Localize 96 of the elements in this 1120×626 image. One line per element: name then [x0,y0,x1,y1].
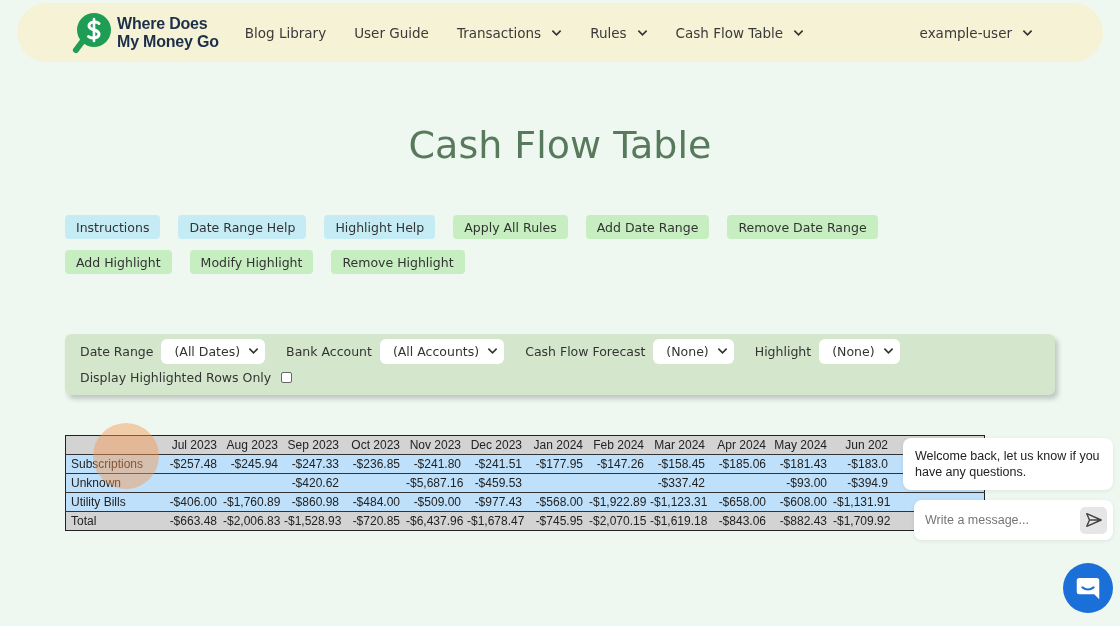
table-cell: -$663.48 [159,511,220,531]
field-label: Date Range [80,343,154,359]
column-header: Mar 2024 [647,435,708,455]
table-cell: -$5,687.16 [403,473,464,493]
button[interactable]: Modify Highlight [189,250,314,274]
send-button[interactable] [1080,506,1107,534]
table-cell: -$608.00 [769,492,830,512]
dropdown[interactable]: (None) [653,338,734,364]
table-cell: -$93.00 [769,473,830,493]
table-cell: -$459.53 [464,473,525,493]
table-cell: -$6,437.96 [403,511,464,531]
button[interactable]: Add Date Range [585,215,710,239]
chevron-down-icon [487,347,499,355]
table-cell: -$484.00 [342,492,403,512]
column-header: May 2024 [769,435,830,455]
nav-link[interactable]: Blog Library [244,24,327,41]
table-cell: -$406.00 [159,492,220,512]
table-cell: -$882.43 [769,511,830,531]
nav-menu[interactable]: example-user [919,24,1033,41]
magnifier-dollar-icon[interactable] [72,11,112,54]
table-cell: -$245.94 [220,454,281,474]
column-header: Dec 2023 [464,435,525,455]
table-cell: -$843.06 [708,511,769,531]
checkbox[interactable] [281,371,293,383]
table-cell: -$257.48 [159,454,220,474]
nav-menu[interactable]: Transactions [456,24,563,41]
column-header: Jan 2024 [525,435,586,455]
table-cell: -$247.33 [281,454,342,474]
table-cell: -$337.42 [647,473,708,493]
table-cell: -$860.98 [281,492,342,512]
table-cell: -$394.9 [830,473,891,493]
column-header: Jun 202 [830,435,891,455]
table-cell: -$2,070.15 [586,511,647,531]
button[interactable]: Apply All Rules [453,215,568,239]
table-cell: -$1,123.31 [647,492,708,512]
table-cell: -$745.95 [525,511,586,531]
column-header: Aug 2023 [220,435,281,455]
nav-menu[interactable]: Rules [590,24,648,41]
column-header: Apr 2024 [708,435,769,455]
row-label: Utility Bills [65,492,159,512]
column-header: Feb 2024 [586,435,647,455]
table-cell: -$1,528.93 [281,511,342,531]
table-cell: -$720.85 [342,511,403,531]
chat-launcher-button[interactable] [1063,563,1113,613]
dropdown[interactable]: (All Dates) [161,338,266,364]
logo-text[interactable]: Where Does [117,14,219,33]
table-cell: -$1,760.89 [220,492,281,512]
table-cell: -$185.06 [708,454,769,474]
row-label: Unknown [65,473,159,493]
table-cell: -$177.95 [525,454,586,474]
table-cell: -$977.43 [464,492,525,512]
field-label: Highlight [754,343,812,359]
dropdown[interactable]: (None) [819,338,900,364]
table-cell: -$1,678.47 [464,511,525,531]
table-cell: -$1,922.89 [586,492,647,512]
button[interactable]: Remove Date Range [727,215,878,239]
total-label: Total [65,511,159,531]
column-header: Oct 2023 [342,435,403,455]
column-header: Nov 2023 [403,435,464,455]
column-header: Jul 2023 [159,435,220,455]
message-field[interactable]: Write a message... [914,500,1113,540]
nav-menu[interactable]: Cash Flow Table [675,24,805,41]
chat-message: Welcome back, let us know if you have any questions. [903,438,1113,490]
button[interactable]: Add Highlight [65,250,172,274]
column-header: Sep 2023 [281,435,342,455]
send-icon [1084,511,1103,529]
chevron-down-icon [716,347,728,355]
table-cell: -$183.0 [830,454,891,474]
checkbox-label: Display Highlighted Rows Only [80,369,272,385]
message-input-field[interactable]: Write a message... [923,512,1080,528]
button[interactable]: Instructions [65,215,161,239]
table-cell: -$1,619.18 [647,511,708,531]
button[interactable]: Remove Highlight [331,250,465,274]
table-cell: -$241.51 [464,454,525,474]
table-cell: -$181.43 [769,454,830,474]
page-title: Cash Flow Table [407,122,713,169]
button[interactable]: Date Range Help [178,215,307,239]
table-cell: -$509.00 [403,492,464,512]
field-label: Bank Account [286,343,372,359]
table-cell: -$147.26 [586,454,647,474]
nav-link[interactable]: User Guide [354,24,429,41]
table-cell: -$420.62 [281,473,342,493]
table-cell: -$241.80 [403,454,464,474]
chevron-down-icon [248,347,260,355]
table-cell: -$158.45 [647,454,708,474]
table-cell: -$658.00 [708,492,769,512]
logo-text[interactable]: My Money Go [117,32,219,51]
table-cell: -$1,131.91 [830,492,891,512]
table-cell: -$236.85 [342,454,403,474]
table-cell: -$568.00 [525,492,586,512]
button[interactable]: Highlight Help [324,215,436,239]
field-label: Cash Flow Forecast [525,343,646,359]
table-cell: -$1,709.92 [830,511,891,531]
dropdown[interactable]: (All Accounts) [379,338,505,364]
chevron-down-icon [882,347,894,355]
table-cell: -$2,006.83 [220,511,281,531]
